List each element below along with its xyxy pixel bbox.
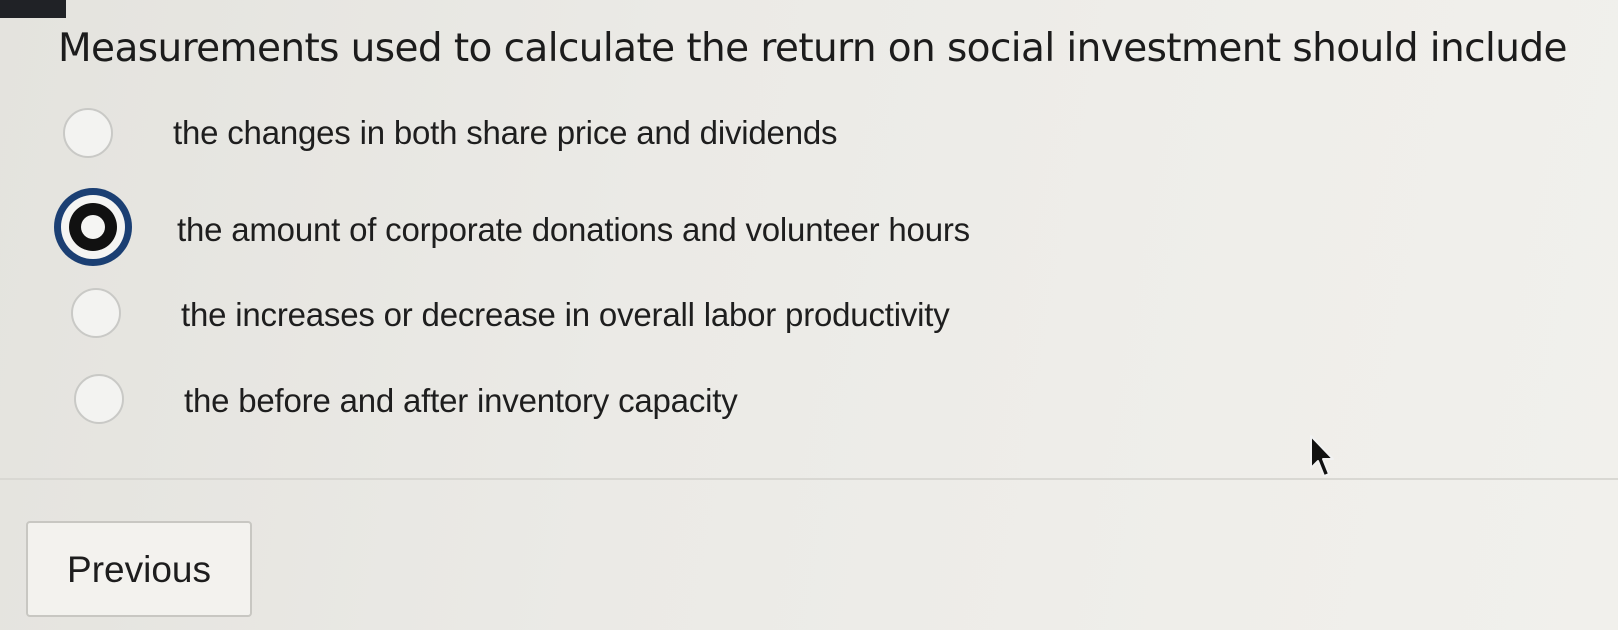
- radio-button-unselected[interactable]: [63, 108, 113, 158]
- option-3[interactable]: the increases or decrease in overall lab…: [71, 288, 1071, 348]
- radio-dot-icon: [81, 215, 105, 239]
- option-2[interactable]: the amount of corporate donations and vo…: [54, 188, 1104, 268]
- question-text: Measurements used to calculate the retur…: [58, 26, 1567, 71]
- option-4[interactable]: the before and after inventory capacity: [74, 374, 874, 434]
- radio-button-unselected[interactable]: [71, 288, 121, 338]
- option-label: the changes in both share price and divi…: [173, 114, 838, 151]
- option-label: the before and after inventory capacity: [184, 382, 738, 419]
- option-label: the amount of corporate donations and vo…: [177, 211, 970, 248]
- option-label: the increases or decrease in overall lab…: [181, 296, 950, 333]
- radio-button-unselected[interactable]: [74, 374, 124, 424]
- option-1[interactable]: the changes in both share price and divi…: [63, 108, 963, 168]
- mouse-pointer-icon: [1310, 435, 1334, 477]
- radio-button-selected[interactable]: [54, 188, 132, 266]
- section-divider: [0, 478, 1618, 480]
- previous-button[interactable]: Previous: [26, 521, 252, 617]
- window-corner-tab: [0, 0, 66, 18]
